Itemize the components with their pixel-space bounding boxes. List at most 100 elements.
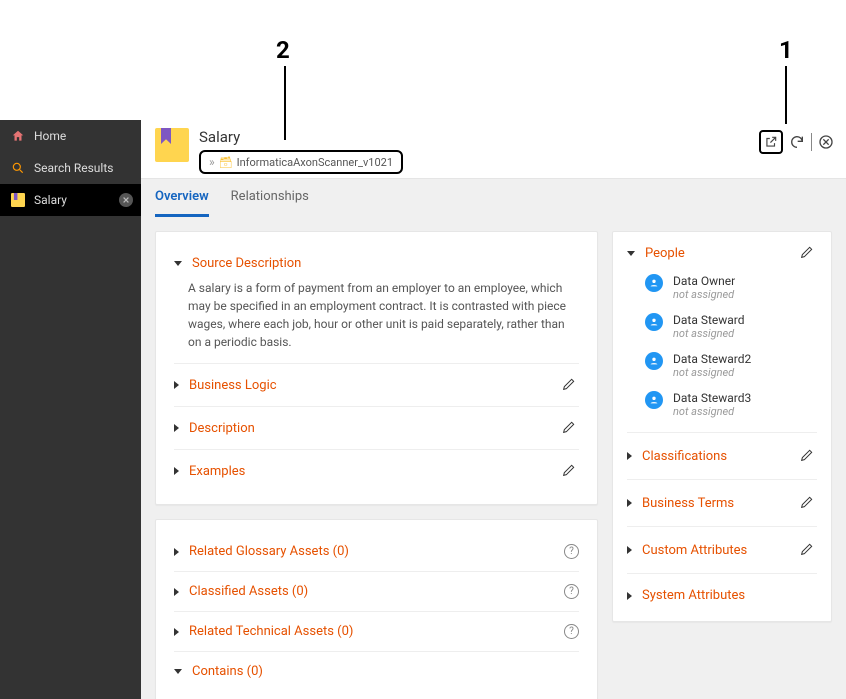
section-toggle[interactable]: Classifications [627,447,817,465]
edit-icon[interactable] [561,462,579,480]
edit-icon[interactable] [561,376,579,394]
tab-overview[interactable]: Overview [155,179,209,217]
sidebar-item-label: Salary [34,193,67,207]
section-toggle[interactable]: Business Logic [174,376,579,394]
section-title: Related Glossary Assets (0) [189,544,556,559]
caret-right-icon [174,628,179,636]
side-panel: People Data Owner not assigned [612,231,832,622]
edit-icon[interactable] [799,244,817,262]
section-people: People Data Owner not assigned [627,236,817,433]
annotation-2-line [284,66,286,140]
section-toggle[interactable]: Description [174,419,579,437]
close-panel-button[interactable] [816,132,836,152]
section-classified-assets: Classified Assets (0) ? [174,572,579,612]
section-title: Classified Assets (0) [189,584,556,599]
resource-icon: 🗃 [219,156,233,169]
caret-right-icon [627,499,632,507]
section-custom-attributes: Custom Attributes [627,527,817,574]
tab-relationships[interactable]: Relationships [231,179,309,217]
edit-icon[interactable] [799,541,817,559]
person-icon [645,352,663,370]
section-title: Custom Attributes [642,543,799,558]
person-data-steward2: Data Steward2 not assigned [627,346,817,385]
sidebar-item-label: Home [34,129,66,143]
edit-icon[interactable] [561,419,579,437]
sidebar-item-search-results[interactable]: Search Results [0,152,141,184]
section-toggle[interactable]: Custom Attributes [627,541,817,559]
caret-right-icon [174,424,179,432]
section-classifications: Classifications [627,433,817,480]
section-related-glossary: Related Glossary Assets (0) ? [174,532,579,572]
section-title: Examples [189,464,561,479]
edit-icon[interactable] [799,447,817,465]
breadcrumb[interactable]: » 🗃 InformaticaAxonScanner_v1021 [199,150,403,174]
section-related-technical: Related Technical Assets (0) ? [174,612,579,652]
section-toggle[interactable]: Examples [174,462,579,480]
section-description: Description [174,407,579,450]
caret-right-icon [174,588,179,596]
section-title: Classifications [642,449,799,464]
entity-type-icon [155,128,189,162]
section-toggle[interactable]: System Attributes [627,588,817,603]
person-role: Data Steward2 [673,352,751,366]
tabs: Overview Relationships [141,178,846,217]
details-panel: Source Description A salary is a form of… [155,231,598,505]
related-panel: Related Glossary Assets (0) ? Classified… [155,519,598,699]
person-assignment: not assigned [673,327,745,340]
info-icon[interactable]: ? [564,624,579,639]
edit-icon[interactable] [799,494,817,512]
refresh-button[interactable] [787,132,807,152]
sidebar: Home Search Results Salary [0,120,141,699]
main-area: Salary » 🗃 InformaticaAxonScanner_v1021 [141,120,846,699]
section-system-attributes: System Attributes [627,574,817,617]
annotation-1-line [785,66,787,124]
caret-down-icon [627,251,635,256]
home-icon [10,128,26,144]
info-icon[interactable]: ? [564,544,579,559]
search-icon [10,160,26,176]
section-toggle[interactable]: Contains (0) [174,664,579,679]
section-toggle[interactable]: Related Technical Assets (0) ? [174,624,579,639]
section-toggle[interactable]: People [627,244,817,268]
person-assignment: not assigned [673,288,735,301]
caret-right-icon [174,467,179,475]
caret-right-icon [174,381,179,389]
sidebar-item-home[interactable]: Home [0,120,141,152]
info-icon[interactable]: ? [564,584,579,599]
sidebar-item-label: Search Results [34,161,113,175]
section-toggle[interactable]: Classified Assets (0) ? [174,584,579,599]
person-icon [645,391,663,409]
section-title: Contains (0) [192,664,579,679]
caret-down-icon [174,669,182,674]
section-toggle[interactable]: Related Glossary Assets (0) ? [174,544,579,559]
person-data-owner: Data Owner not assigned [627,268,817,307]
page-title: Salary [199,128,832,146]
section-examples: Examples [174,450,579,492]
open-external-button[interactable] [759,130,783,154]
sidebar-item-salary[interactable]: Salary [0,184,141,216]
caret-down-icon [174,261,182,266]
person-role: Data Owner [673,274,735,288]
close-icon[interactable] [119,193,133,207]
content-area: Source Description A salary is a form of… [141,217,846,699]
person-icon [645,313,663,331]
section-toggle[interactable]: Source Description [174,256,579,271]
divider [811,133,812,151]
section-title: People [645,246,799,261]
person-assignment: not assigned [673,405,751,418]
glossary-icon [10,192,26,208]
annotation-1: 1 [779,36,793,64]
person-data-steward: Data Steward not assigned [627,307,817,346]
chevron-double-right-icon: » [209,155,213,169]
caret-right-icon [627,546,632,554]
section-title: Business Terms [642,496,799,511]
source-description-body: A salary is a form of payment from an em… [174,271,579,351]
breadcrumb-resource: InformaticaAxonScanner_v1021 [237,156,393,169]
person-role: Data Steward3 [673,391,751,405]
section-toggle[interactable]: Business Terms [627,494,817,512]
section-title: Source Description [192,256,579,271]
section-source-description: Source Description A salary is a form of… [174,244,579,364]
section-contains: Contains (0) [174,652,579,691]
person-assignment: not assigned [673,366,751,379]
section-title: Description [189,421,561,436]
